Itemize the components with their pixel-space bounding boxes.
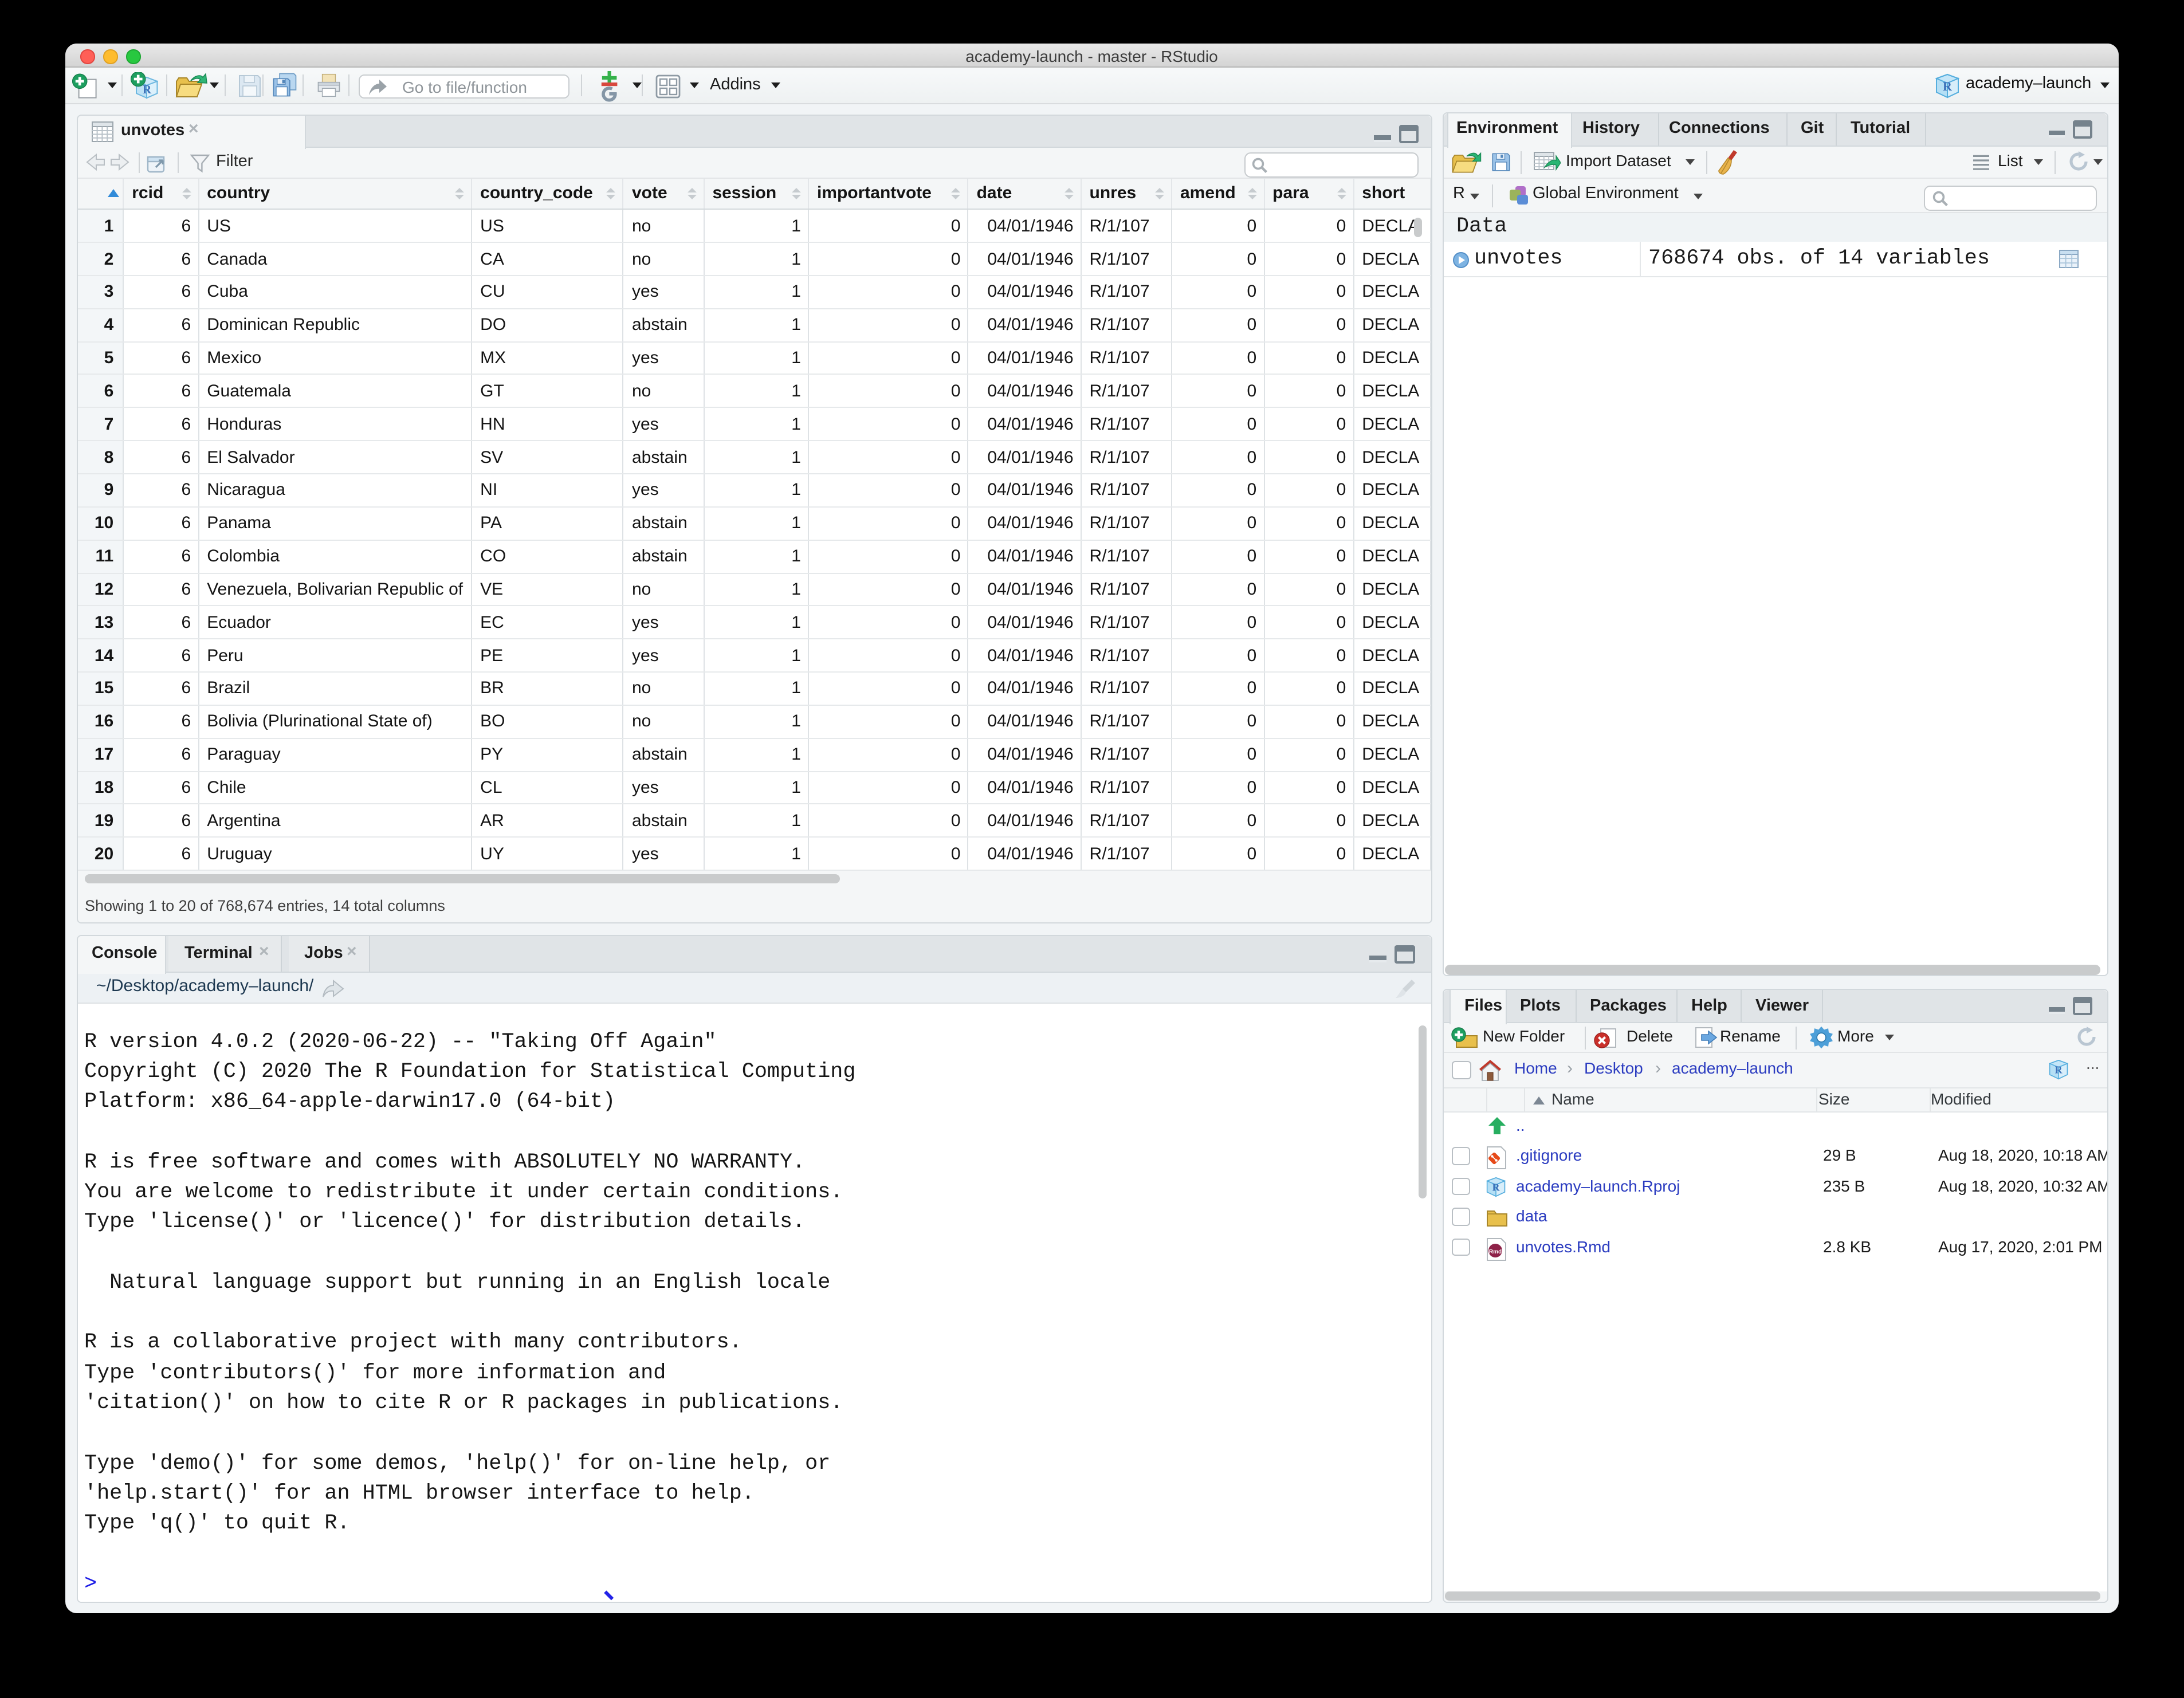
svg-text:R: R [1492,1181,1500,1193]
svg-text:R: R [142,82,151,96]
svg-text:R: R [2055,1063,2063,1075]
svg-text:R: R [1942,79,1952,93]
svg-text:Rmd: Rmd [1488,1248,1501,1255]
